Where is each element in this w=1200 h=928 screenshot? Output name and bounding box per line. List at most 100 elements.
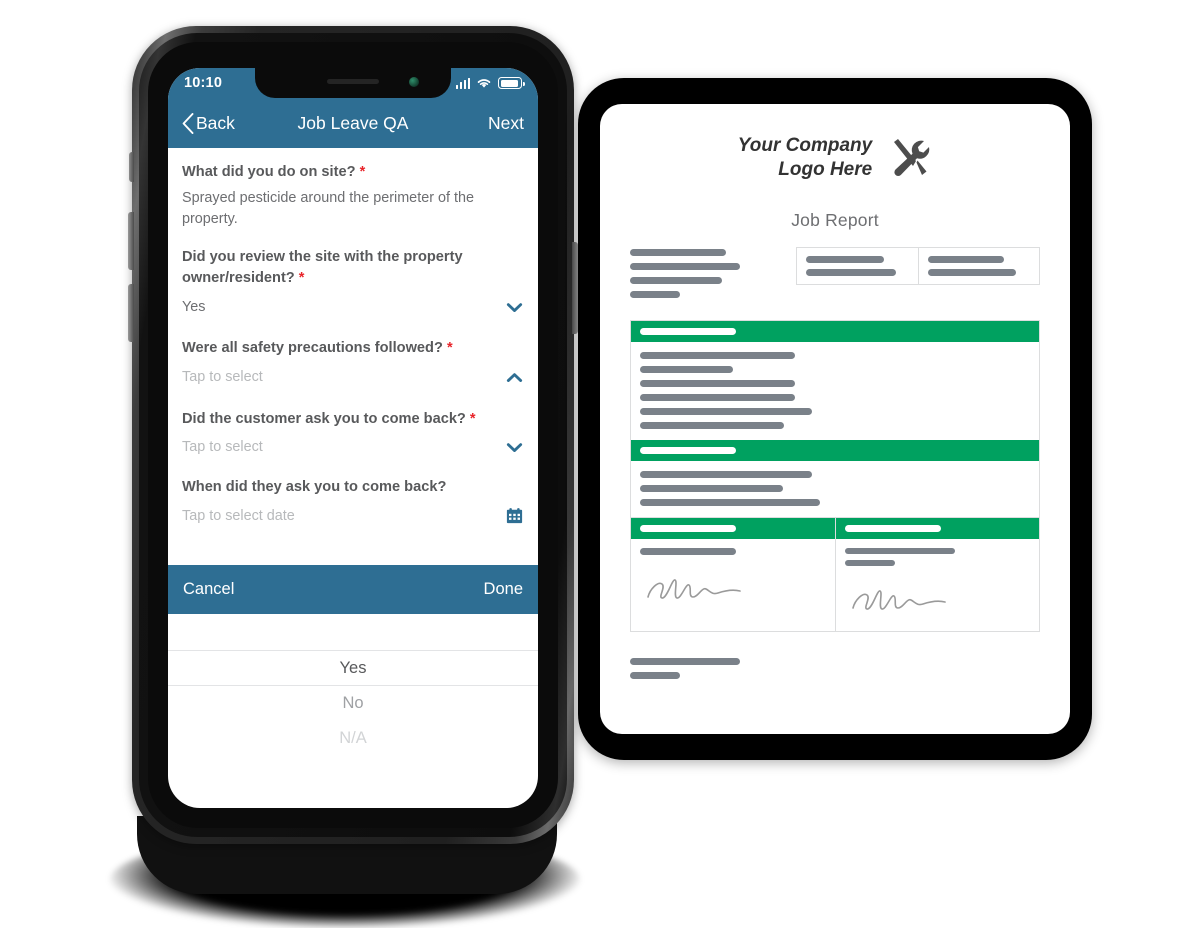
footer-line [630,657,740,665]
section-title-bar [640,327,736,335]
battery-icon [498,77,525,89]
picker-option-no[interactable]: No [168,686,538,721]
come-back-dropdown[interactable]: Tap to select [182,435,524,461]
status-time: 10:10 [184,75,223,91]
chevron-left-icon [182,112,194,134]
section-header-1 [631,320,1039,342]
wrench-screwdriver-icon [894,138,930,176]
section-title-bar [640,446,736,454]
mockup-stage: 10:10 Back Job Leave QA Next What did yo… [0,0,1200,928]
next-button[interactable]: Next [488,113,524,134]
content-line [640,498,820,506]
signature-row [631,516,1040,631]
review-owner-dropdown[interactable]: Yes [182,294,524,320]
question-what-did-you-do: What did you do on site? * Sprayed pesti… [182,162,524,229]
section-body-2 [631,461,1039,517]
phone-notch [255,68,451,98]
company-logo: Your Company Logo Here [630,134,1040,182]
review-owner-value: Yes [182,299,206,316]
signature-title-bar [640,524,736,532]
question-safety-precautions: Were all safety precautions followed? * … [182,338,524,390]
picker-gap [168,546,538,565]
job-report-document: Your Company Logo Here Job Report [600,104,1070,734]
picker-option-na[interactable]: N/A [168,721,538,756]
signature-name-line [844,559,895,566]
meta-line [806,255,884,263]
report-table [630,319,1040,632]
picker-toolbar: Cancel Done [168,564,538,614]
phone-screen: 10:10 Back Job Leave QA Next What did yo… [168,68,538,808]
safety-precautions-value: Tap to select [182,369,263,386]
question-label: Did you review the site with the propert… [182,249,463,287]
signal-bars-icon [455,77,470,89]
signature-header-right [835,517,1039,539]
job-meta-cell-left [797,248,918,284]
form-body: What did you do on site? * Sprayed pesti… [168,148,538,529]
required-marker: * [298,270,305,287]
wifi-icon [477,79,491,88]
job-meta-cell-right [917,247,1040,284]
phone-device: 10:10 Back Job Leave QA Next What did yo… [110,26,580,928]
volume-down-button[interactable] [128,284,134,342]
address-line [630,248,726,256]
question-label: Did the customer ask you to come back? * [182,410,476,427]
chevron-down-icon [506,443,523,453]
silent-switch-button[interactable] [129,152,134,182]
signature-body-left [631,539,835,631]
address-line [630,290,680,298]
signature-name-line [640,547,736,555]
calendar-icon [506,508,523,524]
safety-precautions-dropdown[interactable]: Tap to select [182,365,524,391]
picker-done-button[interactable]: Done [484,580,523,599]
question-label: Were all safety precautions followed? * [182,340,453,357]
status-icons [455,77,525,89]
job-meta-box [796,246,1040,285]
logo-line-1: Your Company [737,135,873,156]
page-title: Job Leave QA [297,112,409,133]
picker-wheel[interactable]: Yes No N/A [168,613,538,756]
earpiece-speaker [327,79,379,84]
address-line [630,262,740,270]
section-header-2 [631,439,1039,461]
required-marker: * [446,340,453,357]
meta-line [806,268,896,276]
site-work-value[interactable]: Sprayed pesticide around the perimeter o… [182,188,524,229]
signature-name-line [844,547,955,554]
volume-up-button[interactable] [128,212,134,270]
question-come-back: Did the customer ask you to come back? *… [182,409,524,461]
question-review-with-owner: Did you review the site with the propert… [182,247,524,320]
content-line [640,365,733,373]
question-label: What did you do on site? * [182,164,366,180]
address-line [630,276,722,284]
picker-cancel-button[interactable]: Cancel [183,580,234,599]
come-back-date-field[interactable]: Tap to select date [182,503,524,529]
document-footer [630,657,1040,679]
tablet-device: Your Company Logo Here Job Report [578,78,1092,760]
document-meta [630,246,1040,298]
section-body-1 [631,342,1039,440]
required-marker: * [359,164,366,180]
signature-cell-left [631,517,835,631]
signature-scribble-icon [845,578,1031,623]
front-camera-icon [409,77,419,87]
picker-option-yes[interactable]: Yes [168,649,538,687]
tablet-screen: Your Company Logo Here Job Report [600,104,1070,734]
content-line [640,421,784,429]
content-line [640,484,783,492]
meta-line [927,255,1004,263]
come-back-value: Tap to select [182,439,263,456]
content-line [640,351,795,359]
nav-bar: Back Job Leave QA Next [168,98,538,148]
company-logo-text: Your Company Logo Here [738,134,872,182]
back-label: Back [196,112,235,133]
meta-line [927,268,1016,276]
content-line [640,379,795,387]
chevron-up-icon [506,373,523,382]
signature-title-bar [844,524,941,532]
content-line [640,393,795,401]
signature-scribble-icon [640,567,826,612]
content-line [640,407,812,415]
signature-header-left [631,517,835,539]
signature-body-right [836,539,1040,631]
back-button[interactable]: Back [182,113,235,134]
